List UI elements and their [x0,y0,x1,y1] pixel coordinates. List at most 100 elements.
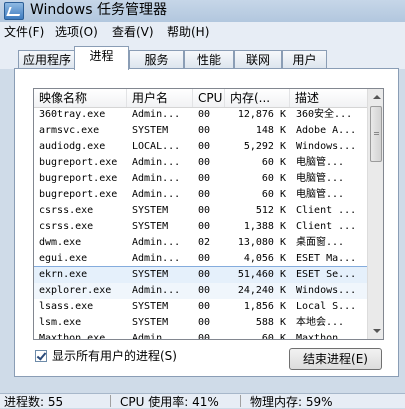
table-row[interactable]: bugreport.exe Admin... 00 60 K 电脑管... [34,155,367,171]
column-memory[interactable]: 内存(... [225,89,290,107]
table-row[interactable]: Maxthon.exe Admin... 00 60 K Maxthon... [34,331,367,340]
menu-help[interactable]: 帮助(H) [167,24,209,40]
process-rows: 360tray.exe Admin... 00 12,876 K 360安全..… [34,107,368,340]
process-user: Admin... [132,157,181,168]
process-name: bugreport.exe [39,157,118,168]
process-user: Admin... [132,237,181,248]
menu-view[interactable]: 查看(V) [112,24,154,40]
process-memory: 148 K [255,125,286,136]
process-user: Admin... [132,109,181,120]
process-cpu: 00 [198,253,211,264]
table-row-selected[interactable]: ekrn.exe SYSTEM 00 51,460 K ESET Se... [34,266,368,284]
grip-icon [374,132,379,135]
process-memory: 13,080 K [237,237,286,248]
table-row[interactable]: armsvc.exe SYSTEM 00 148 K Adobe A... [34,123,367,139]
tab-performance[interactable]: 性能 [184,50,234,68]
table-row[interactable]: audiodg.exe LOCAL... 00 5,292 K Windows.… [34,139,367,155]
table-row[interactable]: bugreport.exe Admin... 00 60 K 电脑管... [34,171,367,187]
tab-networking[interactable]: 联网 [234,50,282,68]
tab-strip: 应用程序 进程 服务 性能 联网 用户 [0,42,405,70]
process-description: Adobe A... [296,125,357,136]
process-user: SYSTEM [132,125,169,136]
menu-bar: 文件(F) 选项(O) 查看(V) 帮助(H) [0,22,405,42]
process-name: csrss.exe [39,205,94,216]
process-memory: 5,292 K [243,141,286,152]
process-user: SYSTEM [132,269,169,280]
column-cpu[interactable]: CPU [193,89,225,107]
process-name: armsvc.exe [39,125,100,136]
vertical-scrollbar[interactable] [367,89,383,339]
scroll-down-arrow-icon[interactable] [368,322,383,339]
table-row[interactable]: lsm.exe SYSTEM 00 588 K 本地会... [34,315,367,331]
show-all-users-checkbox[interactable] [35,350,47,362]
table-row[interactable]: bugreport.exe Admin... 00 60 K 电脑管... [34,187,367,203]
end-process-button[interactable]: 结束进程(E) [289,348,382,370]
tab-applications[interactable]: 应用程序 [18,50,76,68]
scroll-up-arrow-icon[interactable] [368,89,383,106]
process-cpu: 00 [198,269,211,280]
table-row[interactable]: egui.exe Admin... 00 4,056 K ESET Ma... [34,251,367,267]
process-memory: 51,460 K [237,269,286,280]
process-name: Maxthon.exe [39,333,106,340]
process-name: lsm.exe [39,317,82,328]
table-row[interactable]: csrss.exe SYSTEM 00 1,388 K Client ... [34,219,367,235]
process-user: Admin... [132,189,181,200]
process-name: explorer.exe [39,285,112,296]
process-memory: 24,240 K [237,285,286,296]
process-memory: 12,876 K [237,109,286,120]
title-bar: Windows 任务管理器 [0,0,405,22]
process-name: lsass.exe [39,301,94,312]
process-user: LOCAL... [132,141,181,152]
process-memory: 1,388 K [243,221,286,232]
process-description: Client ... [296,205,357,216]
process-cpu: 00 [198,141,211,152]
process-name: egui.exe [39,253,88,264]
status-bar: 进程数: 55 CPU 使用率: 41% 物理内存: 59% [0,393,405,409]
process-description: Windows... [296,141,357,152]
process-memory: 60 K [261,333,286,340]
scrollbar-thumb[interactable] [370,106,382,162]
process-list[interactable]: 映像名称 用户名 CPU 内存(... 描述 360tray.exe Admin… [33,88,384,340]
process-memory: 60 K [261,173,286,184]
process-name: ekrn.exe [39,269,88,280]
table-row[interactable]: csrss.exe SYSTEM 00 512 K Client ... [34,203,367,219]
process-user: SYSTEM [132,221,169,232]
process-user: SYSTEM [132,317,169,328]
process-memory: 4,056 K [243,253,286,264]
column-description[interactable]: 描述 [290,89,367,107]
process-name: bugreport.exe [39,189,118,200]
process-description: Maxthon... [296,333,357,340]
column-user-name[interactable]: 用户名 [127,89,193,107]
process-description: 桌面窗... [296,237,345,248]
process-user: SYSTEM [132,301,169,312]
menu-options[interactable]: 选项(O) [55,24,98,40]
process-cpu: 00 [198,109,211,120]
process-cpu: 00 [198,205,211,216]
table-row[interactable]: dwm.exe Admin... 02 13,080 K 桌面窗... [34,235,367,251]
tab-users[interactable]: 用户 [282,50,327,68]
show-all-users-label[interactable]: 显示所有用户的进程(S) [52,348,177,364]
table-row[interactable]: lsass.exe SYSTEM 00 1,856 K Local S... [34,299,367,315]
column-image-name[interactable]: 映像名称 [34,89,127,107]
process-cpu: 00 [198,125,211,136]
process-description: ESET Se... [296,269,357,280]
process-description: Local S... [296,301,357,312]
process-cpu: 00 [198,189,211,200]
process-memory: 1,856 K [243,301,286,312]
process-cpu: 00 [198,317,211,328]
table-row[interactable]: explorer.exe Admin... 00 24,240 K Window… [34,283,367,299]
table-row[interactable]: 360tray.exe Admin... 00 12,876 K 360安全..… [34,107,367,123]
tab-processes[interactable]: 进程 [74,46,129,70]
task-manager-icon [4,2,24,20]
process-description: 电脑管... [296,173,345,184]
process-cpu: 00 [198,221,211,232]
tab-services[interactable]: 服务 [129,50,184,68]
process-user: Admin... [132,285,181,296]
process-memory: 512 K [255,205,286,216]
status-separator [110,395,111,407]
status-separator [240,395,241,407]
process-cpu: 00 [198,301,211,312]
process-description: Windows... [296,285,357,296]
menu-file[interactable]: 文件(F) [4,24,44,40]
process-memory: 60 K [261,189,286,200]
